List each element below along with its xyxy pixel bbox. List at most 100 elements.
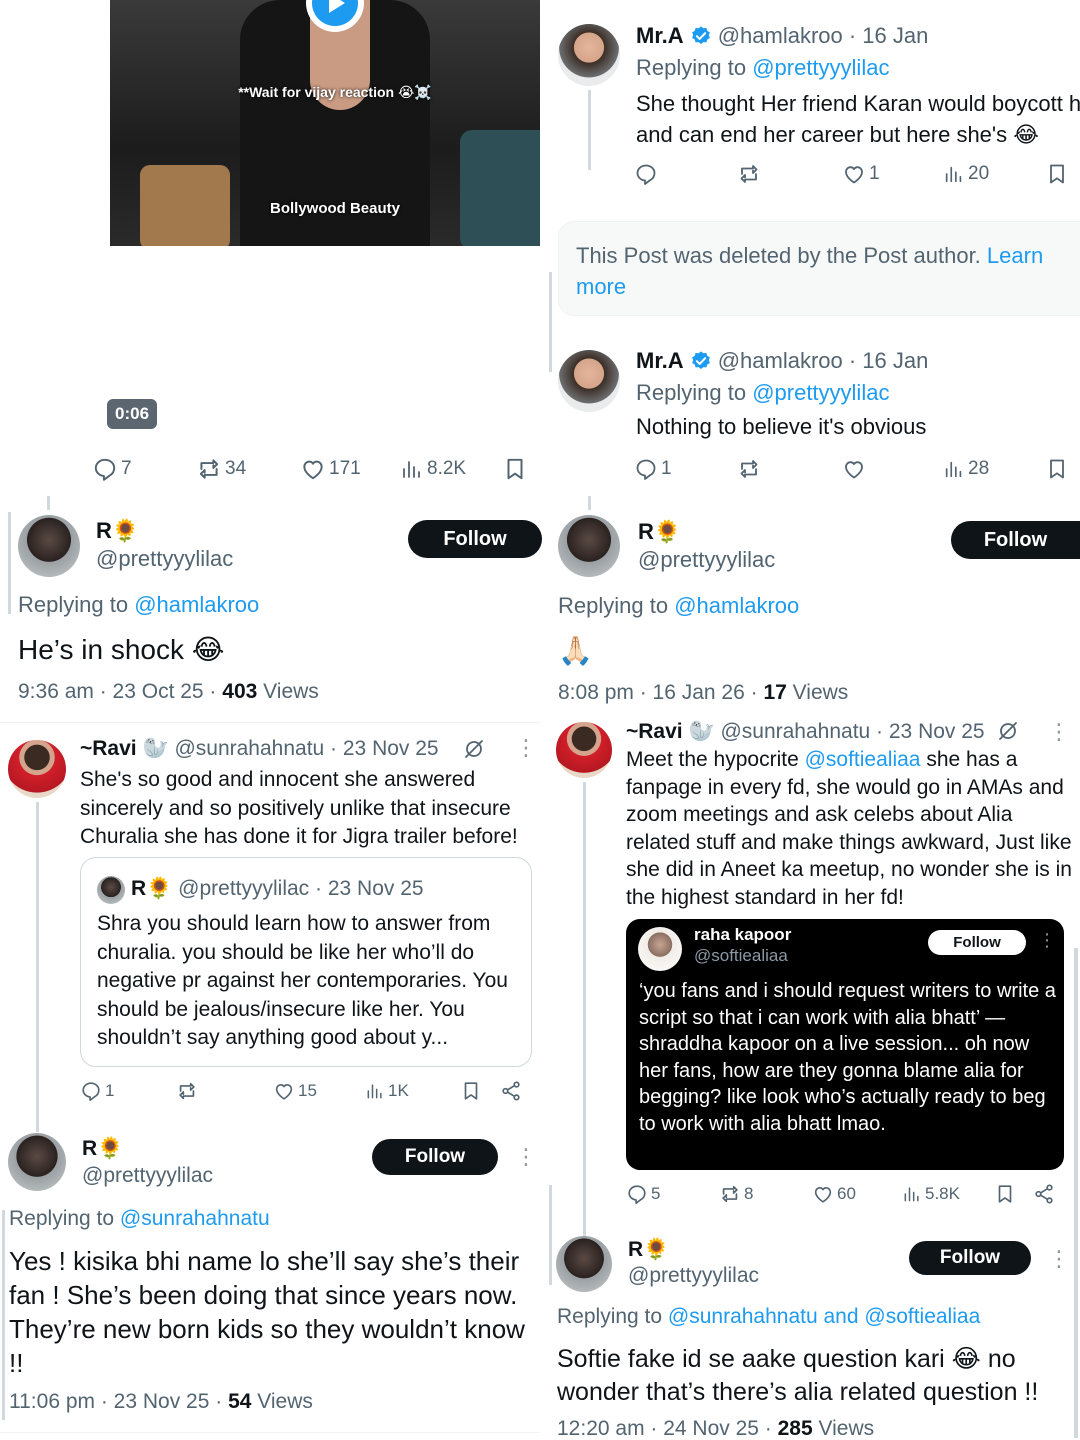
mention-link[interactable]: @softiealiaa xyxy=(805,748,921,771)
views-action[interactable]: 28 xyxy=(943,457,989,481)
repost-icon xyxy=(737,162,761,186)
avatar xyxy=(638,927,682,971)
reply-action[interactable]: 1 xyxy=(634,457,672,481)
replying-to: Replying to @prettyyylilac xyxy=(636,55,890,80)
display-name[interactable]: R🌻 xyxy=(638,519,681,545)
card-name: raha kapoor xyxy=(694,925,792,944)
reply-action[interactable] xyxy=(634,162,661,186)
mention-link[interactable]: @hamlakroo xyxy=(134,592,259,617)
avatar[interactable] xyxy=(18,515,80,577)
more-icon[interactable]: ⋮ xyxy=(1038,931,1056,949)
bookmark-icon[interactable] xyxy=(1045,457,1069,481)
verified-icon xyxy=(690,350,712,372)
bookmark-icon[interactable] xyxy=(994,1183,1016,1205)
repost-action[interactable] xyxy=(176,1080,201,1102)
video-actions: 7 34 171 8.2K xyxy=(92,456,532,482)
embedded-post-card[interactable]: raha kapoor @softiealiaa Follow ⋮ ‘you f… xyxy=(626,919,1064,1170)
video-caption: Bollywood Beauty xyxy=(269,200,400,217)
display-name[interactable]: R🌻 xyxy=(82,1137,123,1161)
views-action[interactable]: 8.2K xyxy=(400,456,466,482)
bookmark-icon[interactable] xyxy=(460,1080,482,1102)
deleted-post-notice: This Post was deleted by the Post author… xyxy=(558,221,1080,316)
like-action[interactable]: 1 xyxy=(842,162,880,186)
reply-action[interactable]: 7 xyxy=(92,456,132,482)
tweet-text: She thought Her friend Karan would boyco… xyxy=(636,91,1080,147)
share-icon[interactable] xyxy=(1033,1183,1055,1205)
grok-icon[interactable] xyxy=(996,719,1020,743)
reply-action[interactable]: 1 xyxy=(80,1080,114,1102)
views-action[interactable]: 20 xyxy=(943,162,989,186)
mention-link[interactable]: @sunrahahnatu xyxy=(120,1207,270,1230)
avatar[interactable] xyxy=(558,350,620,412)
like-action[interactable]: 60 xyxy=(812,1183,856,1205)
tweet-meta: 9:36 am · 23 Oct 25 · 403 Views xyxy=(18,680,319,703)
avatar[interactable] xyxy=(8,740,66,798)
like-action[interactable]: 15 xyxy=(273,1080,317,1102)
mention-link[interactable]: @prettyyylilac xyxy=(752,55,889,80)
tweet-meta: 12:20 am · 24 Nov 25 · 285 Views xyxy=(557,1417,875,1440)
reply-border xyxy=(2,1210,5,1420)
like-action[interactable] xyxy=(842,457,869,481)
tweet-header: ~Ravi 🦭 @sunrahahnatu · 23 Nov 25 xyxy=(626,720,985,743)
mention-link[interactable]: @sunrahahnatu and @softiealiaa xyxy=(668,1305,980,1328)
card-follow-button[interactable]: Follow xyxy=(928,930,1026,955)
more-icon[interactable]: ⋮ xyxy=(1048,1248,1070,1270)
more-icon[interactable]: ⋮ xyxy=(515,737,537,759)
mention-link[interactable]: @hamlakroo xyxy=(674,593,799,618)
avatar[interactable] xyxy=(558,24,620,86)
views-count: 403 xyxy=(222,680,258,703)
tweet-text: 🙏🏻 xyxy=(558,635,593,666)
repost-action[interactable]: 34 xyxy=(196,456,246,482)
like-action[interactable]: 171 xyxy=(300,456,361,482)
handle[interactable]: @prettyyylilac xyxy=(82,1164,213,1188)
video-chair-right xyxy=(460,130,540,246)
reply-action[interactable]: 5 xyxy=(626,1183,660,1205)
replying-to: Replying to @sunrahahnatu and @softieali… xyxy=(557,1305,981,1328)
reply-icon xyxy=(626,1183,648,1205)
verified-icon xyxy=(690,25,712,47)
page-scrollbar[interactable] xyxy=(1074,948,1078,1438)
column-scrollbar[interactable] xyxy=(549,272,552,372)
more-icon[interactable]: ⋮ xyxy=(515,1146,537,1168)
tweet-text: Nothing to believe it's obvious xyxy=(636,414,927,439)
follow-button[interactable]: Follow xyxy=(909,1241,1031,1275)
display-name[interactable]: R🌻 xyxy=(96,518,139,544)
quote-card[interactable]: R🌻 @prettyyylilac · 23 Nov 25 Shra you s… xyxy=(80,857,532,1067)
handle[interactable]: @prettyyylilac xyxy=(638,547,775,573)
divider xyxy=(0,722,540,723)
replying-to: Replying to @prettyyylilac xyxy=(636,380,890,405)
bookmark-icon[interactable] xyxy=(1045,162,1069,186)
mention-link[interactable]: @prettyyylilac xyxy=(752,380,889,405)
tweet-text: He’s in shock 😂 xyxy=(18,634,225,665)
tweet-meta: 11:06 pm · 23 Nov 25 · 54 Views xyxy=(9,1390,313,1413)
repost-action[interactable] xyxy=(737,162,764,186)
avatar[interactable] xyxy=(558,515,620,577)
handle[interactable]: @prettyyylilac xyxy=(96,546,233,572)
like-icon xyxy=(300,456,326,482)
repost-icon xyxy=(719,1183,741,1205)
views-action[interactable]: 5.8K xyxy=(902,1183,960,1205)
follow-button[interactable]: Follow xyxy=(951,521,1080,559)
avatar[interactable] xyxy=(556,1236,612,1292)
grok-icon[interactable] xyxy=(462,737,486,761)
bookmark-icon[interactable] xyxy=(502,456,528,482)
avatar[interactable] xyxy=(556,722,612,778)
views-icon xyxy=(400,456,424,482)
repost-action[interactable]: 8 xyxy=(719,1183,753,1205)
repost-action[interactable] xyxy=(737,457,764,481)
more-icon[interactable]: ⋮ xyxy=(1048,721,1070,743)
video-player[interactable]: **Wait for vijay reaction 😭☠️ Bollywood … xyxy=(110,0,540,246)
follow-button[interactable]: Follow xyxy=(408,520,542,558)
tweet-text: Softie fake id se aake question kari 😂 n… xyxy=(557,1345,1039,1406)
handle[interactable]: @prettyyylilac xyxy=(628,1264,759,1288)
play-icon xyxy=(312,0,358,26)
share-icon[interactable] xyxy=(500,1080,522,1102)
column-scrollbar[interactable] xyxy=(549,1185,552,1285)
follow-button[interactable]: Follow xyxy=(372,1139,498,1175)
avatar[interactable] xyxy=(8,1133,66,1191)
views-action[interactable]: 1K xyxy=(365,1080,409,1102)
display-name[interactable]: R🌻 xyxy=(628,1238,669,1262)
video-overlay-text: **Wait for vijay reaction 😭☠️ xyxy=(238,84,432,100)
thread-line xyxy=(588,496,591,510)
thread-line xyxy=(47,496,50,510)
